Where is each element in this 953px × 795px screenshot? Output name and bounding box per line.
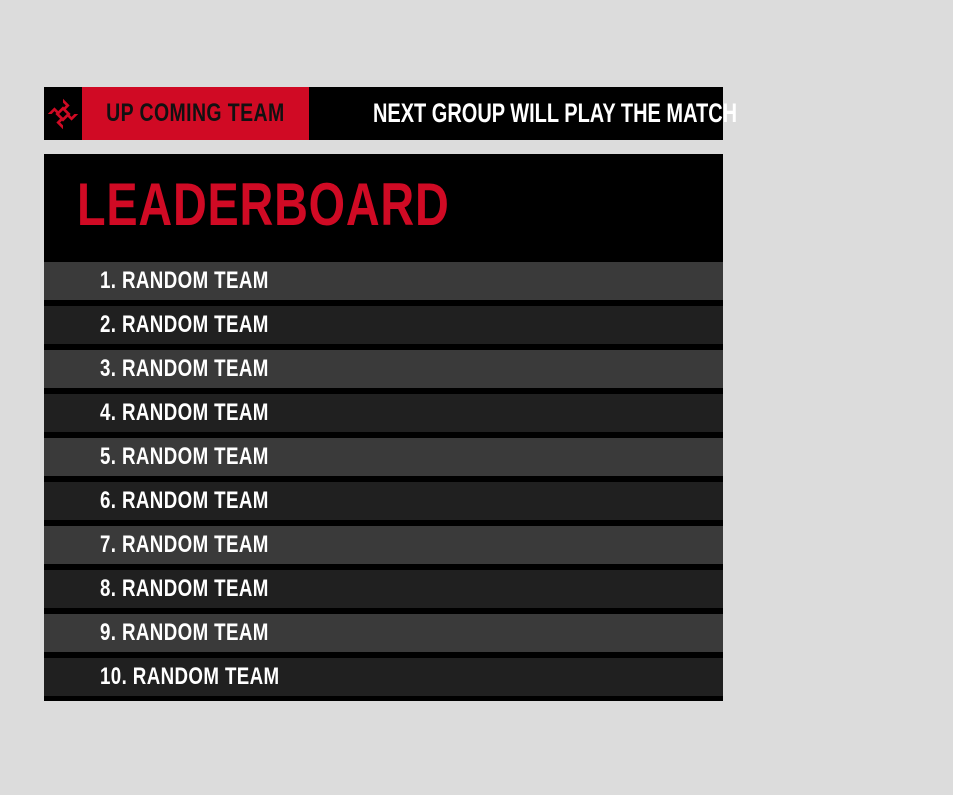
leaderboard-row: 6. RANDOM TEAM — [44, 482, 723, 520]
row-text: 3. RANDOM TEAM — [100, 355, 269, 382]
leaderboard-list: 1. RANDOM TEAM 2. RANDOM TEAM 3. RANDOM … — [44, 262, 723, 702]
row-text: 2. RANDOM TEAM — [100, 311, 269, 338]
row-text: 1. RANDOM TEAM — [100, 267, 269, 294]
leaderboard-title: LEADERBOARD — [77, 171, 450, 238]
leaderboard-row: 10. RANDOM TEAM — [44, 658, 723, 696]
leaderboard-row: 3. RANDOM TEAM — [44, 350, 723, 388]
row-text: 4. RANDOM TEAM — [100, 399, 269, 426]
row-text: 7. RANDOM TEAM — [100, 531, 269, 558]
row-text: 6. RANDOM TEAM — [100, 487, 269, 514]
next-group-label: NEXT GROUP WILL PLAY THE MATCH — [309, 87, 801, 140]
leaderboard-row: 1. RANDOM TEAM — [44, 262, 723, 300]
spiral-logo-icon — [47, 98, 79, 129]
row-text: 10. RANDOM TEAM — [100, 663, 280, 690]
leaderboard-row: 4. RANDOM TEAM — [44, 394, 723, 432]
leaderboard-row: 2. RANDOM TEAM — [44, 306, 723, 344]
row-text: 8. RANDOM TEAM — [100, 575, 269, 602]
row-text: 9. RANDOM TEAM — [100, 619, 269, 646]
row-text: 5. RANDOM TEAM — [100, 443, 269, 470]
leaderboard-row: 7. RANDOM TEAM — [44, 526, 723, 564]
upcoming-team-label: UP COMING TEAM — [82, 87, 309, 140]
leaderboard-panel: LEADERBOARD 1. RANDOM TEAM 2. RANDOM TEA… — [44, 154, 723, 701]
leaderboard-row: 5. RANDOM TEAM — [44, 438, 723, 476]
leaderboard-row: 9. RANDOM TEAM — [44, 614, 723, 652]
logo — [44, 87, 82, 140]
leaderboard-row: 8. RANDOM TEAM — [44, 570, 723, 608]
upcoming-team-text: UP COMING TEAM — [106, 99, 285, 127]
next-group-text: NEXT GROUP WILL PLAY THE MATCH — [372, 98, 738, 128]
upcoming-banner: UP COMING TEAM NEXT GROUP WILL PLAY THE … — [44, 87, 737, 140]
